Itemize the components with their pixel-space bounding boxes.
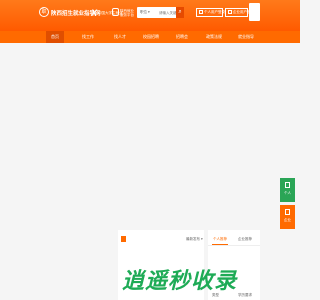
sidebar-company-label: 企业	[284, 218, 291, 222]
personal-login-label: 个人用户登录	[204, 10, 225, 14]
tab-divider	[208, 245, 260, 246]
user-icon	[285, 182, 290, 188]
main-nav: 首页 找工作 找人才 校园招聘 招聘会 政策法规 就业指导	[0, 31, 300, 43]
personal-login-button[interactable]: 个人用户登录	[196, 8, 225, 17]
header: 职 陕西招生就业指导网 X 中国大学生就业 陕西就业 服务平台 职位 ▾ ⌕ 个…	[0, 0, 300, 31]
search-icon: ⌕	[178, 9, 182, 15]
nav-item-guidance[interactable]: 就业指导	[238, 31, 254, 43]
tab-personal-recommend[interactable]: 个人推荐	[213, 237, 227, 242]
tab-company-recommend[interactable]: 企业推荐	[238, 237, 252, 242]
nav-item-campus[interactable]: 校园招聘	[143, 31, 159, 43]
nav-item-jobs[interactable]: 找工作	[82, 31, 94, 43]
watermark-text: 逍遥秒收录	[122, 269, 238, 294]
sidebar-personal-label: 个人	[284, 191, 291, 195]
building-icon	[228, 10, 232, 14]
logo-icon: 职	[39, 7, 49, 17]
company-login-button[interactable]: 企业用户登录	[225, 8, 254, 17]
row-label-education: 学历要求	[238, 293, 252, 297]
sidebar-company-button[interactable]: 企业	[280, 205, 295, 229]
sidebar-personal-button[interactable]: 个人	[280, 178, 295, 202]
nav-item-talent[interactable]: 找人才	[114, 31, 126, 43]
qr-code-image	[249, 3, 260, 21]
nav-item-policy[interactable]: 政策法规	[206, 31, 222, 43]
user-icon	[199, 10, 203, 14]
search-button[interactable]: ⌕	[176, 7, 184, 18]
partner-logo-icon	[112, 8, 119, 16]
file-icon	[121, 236, 126, 242]
sort-dropdown[interactable]: 最新发布 ▾	[186, 237, 203, 242]
partner-logo-line2: 服务平台	[120, 13, 134, 17]
nav-item-home[interactable]: 首页	[46, 31, 64, 43]
tab-active-indicator	[212, 244, 228, 245]
partner-logo-text[interactable]: 陕西就业 服务平台	[120, 9, 134, 17]
search-scope-select[interactable]: 职位 ▾	[140, 10, 150, 15]
partner-x-logo[interactable]: X	[91, 8, 97, 18]
building-icon	[285, 209, 290, 215]
nav-item-fairs[interactable]: 招聘会	[176, 31, 188, 43]
